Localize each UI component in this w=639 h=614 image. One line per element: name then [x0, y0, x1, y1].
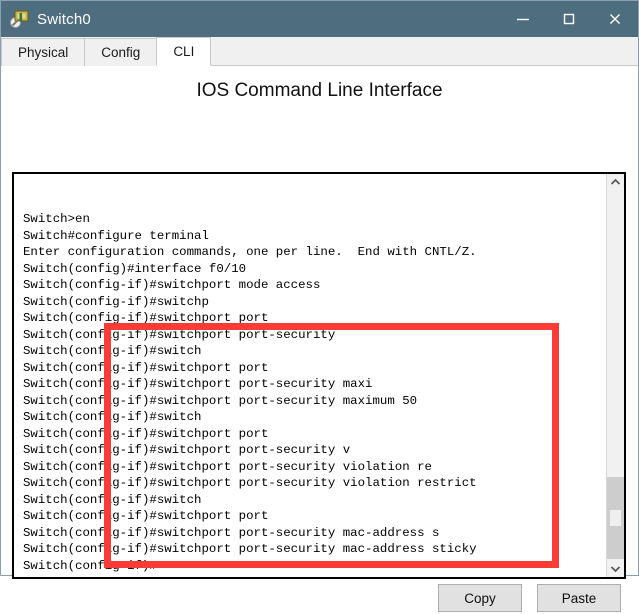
terminal-frame: Switch>en Switch#configure terminal Enter … — [12, 172, 626, 579]
copy-button-label: Copy — [464, 590, 496, 606]
terminal-line: Switch(config-if)#switch — [23, 492, 202, 507]
terminal-line: Switch(config-if)#switchport port-securi… — [23, 476, 477, 490]
cli-window: Switch0 Physical Config CLI IOS Command … — [0, 0, 639, 612]
maximize-button[interactable] — [546, 1, 592, 37]
page-title: IOS Command Line Interface — [196, 80, 443, 101]
tab-physical[interactable]: Physical — [1, 38, 86, 66]
terminal-line: Switch(config-if)#switchport mode access — [23, 278, 321, 292]
tab-cli[interactable]: CLI — [156, 37, 212, 66]
paste-button[interactable]: Paste — [537, 584, 621, 612]
terminal-line: Switch(config)#interface f0/10 — [23, 261, 247, 276]
terminal-line: Switch(config-if)#switchport port — [23, 311, 269, 325]
terminal-line: Switch(config-if)#switchp — [23, 294, 209, 309]
scrollbar-grip — [610, 510, 621, 526]
terminal-line: Switch(config-if)#switchport port — [23, 509, 269, 523]
copy-button[interactable]: Copy — [438, 584, 522, 612]
window-controls — [500, 1, 638, 37]
paste-button-label: Paste — [561, 590, 597, 606]
terminal-line: Switch>en — [23, 212, 90, 226]
terminal-scrollbar[interactable] — [606, 174, 624, 577]
scroll-down-button[interactable] — [607, 560, 624, 577]
terminal-line: Switch(config-if)#switchport port-securi… — [23, 542, 477, 556]
terminal-line: Switch(config-if)#switch — [23, 344, 202, 358]
terminal-line: Switch(config-if)#switchport port-securi… — [23, 327, 336, 342]
terminal-lines: Switch>en Switch#configure terminal Enter … — [23, 178, 606, 574]
terminal-line: Switch(config-if)#switchport port — [23, 360, 269, 375]
scroll-up-button[interactable] — [607, 174, 624, 191]
window-title: Switch0 — [37, 10, 91, 28]
tab-cli-label: CLI — [173, 44, 195, 59]
tab-strip: Physical Config CLI — [1, 37, 638, 67]
terminal-line: Switch(config-if)#switch — [23, 410, 202, 424]
terminal-line: Switch(config-if)#switchport port-securi… — [23, 443, 351, 457]
scrollbar-thumb[interactable] — [607, 477, 624, 559]
terminal-line: Switch(config-if)#switchport port-securi… — [23, 525, 440, 540]
terminal-line: Switch(config-if)#switchport port-securi… — [23, 393, 418, 408]
switch-device-icon — [9, 8, 31, 30]
terminal-output[interactable]: Switch>en Switch#configure terminal Enter … — [14, 174, 606, 577]
terminal-line: Switch(config-if)#switchport port — [23, 426, 269, 441]
terminal-line: Switch(config-if)#switchport port-securi… — [23, 377, 373, 391]
terminal-line: Switch#configure terminal — [23, 228, 209, 243]
terminal-line: Switch(config-if)#switchport port-securi… — [23, 459, 432, 474]
terminal-line: Enter configuration commands, one per li… — [23, 245, 477, 259]
minimize-button[interactable] — [500, 1, 546, 37]
title-bar: Switch0 — [1, 1, 638, 37]
tab-config[interactable]: Config — [84, 38, 158, 66]
action-button-row: Copy Paste — [1, 584, 639, 614]
tab-physical-label: Physical — [18, 45, 69, 60]
cli-panel: IOS Command Line Interface Switch>en Swit… — [1, 67, 638, 612]
close-button[interactable] — [592, 1, 638, 37]
tab-config-label: Config — [101, 45, 141, 60]
terminal-line: Switch(config-if)# — [23, 558, 157, 573]
